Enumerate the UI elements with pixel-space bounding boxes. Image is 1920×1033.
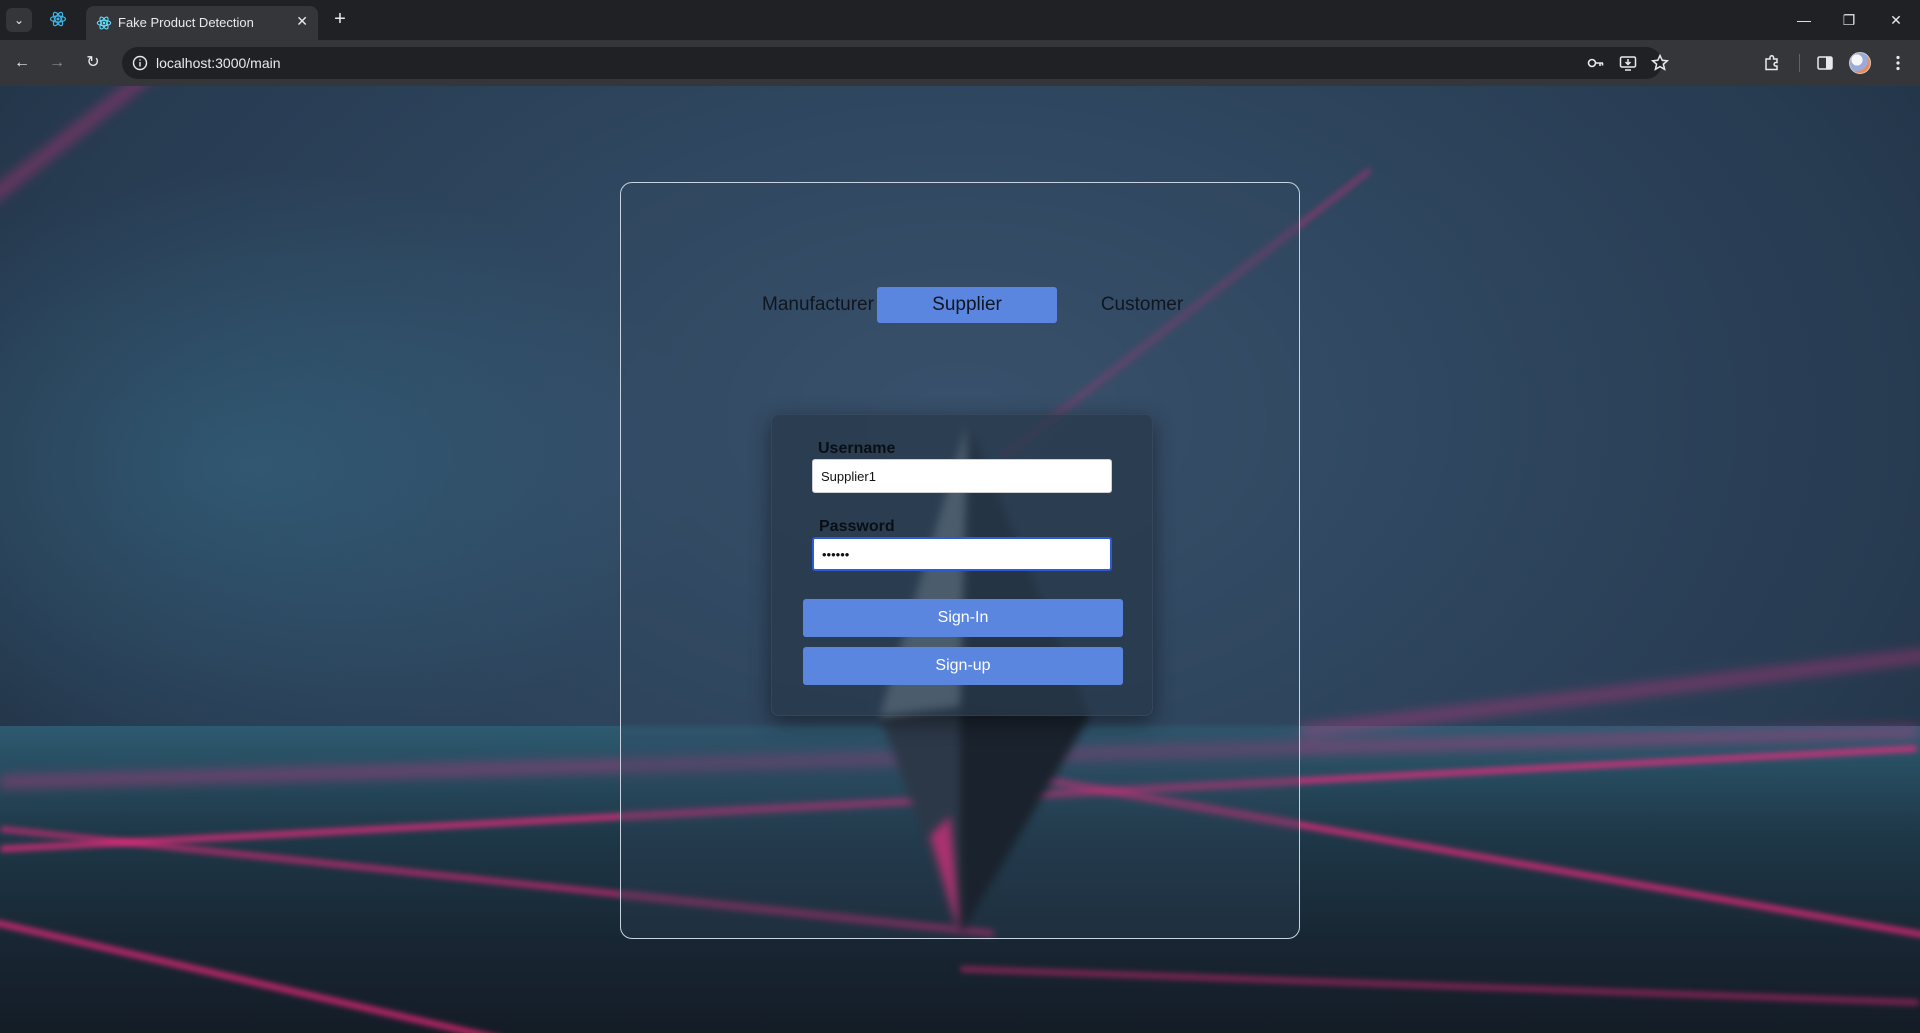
kebab-menu-icon[interactable] (1888, 53, 1908, 73)
reload-icon: ↻ (86, 54, 100, 71)
side-panel-icon[interactable] (1815, 53, 1835, 73)
username-label: Username (818, 440, 896, 457)
back-button[interactable]: ← (9, 50, 35, 76)
info-icon[interactable] (132, 55, 148, 71)
minimize-icon: — (1797, 12, 1811, 28)
background-laser (1299, 648, 1920, 738)
install-icon[interactable] (1618, 53, 1638, 73)
chevron-down-icon: ⌄ (13, 13, 25, 27)
react-icon (49, 11, 67, 27)
login-card: Username Password Sign-In Sign-up (771, 414, 1153, 716)
tab-manufacturer[interactable]: Manufacturer (743, 287, 893, 323)
back-arrow-icon: ← (14, 54, 30, 71)
toolbar-divider (1799, 54, 1800, 72)
react-icon (96, 16, 112, 30)
close-icon[interactable]: ✕ (296, 13, 308, 30)
window-close-button[interactable]: ✕ (1881, 8, 1911, 32)
new-tab-button[interactable]: + (328, 8, 352, 32)
password-input[interactable] (812, 537, 1112, 571)
username-input[interactable] (812, 459, 1112, 493)
plus-icon: + (334, 8, 346, 30)
sign-up-button[interactable]: Sign-up (803, 647, 1123, 685)
profile-avatar[interactable] (1849, 52, 1871, 74)
background-glow (0, 166, 700, 766)
active-tab[interactable]: Fake Product Detection ✕ (86, 6, 318, 40)
star-icon[interactable] (1650, 53, 1670, 73)
url-text[interactable]: localhost:3000/main (156, 55, 281, 71)
password-label: Password (819, 518, 895, 535)
role-tabs: Manufacturer Supplier Customer (621, 283, 1301, 323)
page-viewport: Manufacturer Supplier Customer Username … (0, 86, 1920, 1033)
restore-button[interactable]: ❐ (1834, 8, 1864, 32)
tab-title: Fake Product Detection (118, 15, 254, 30)
restore-icon: ❐ (1842, 12, 1856, 28)
close-icon: ✕ (1890, 12, 1902, 28)
sign-in-button[interactable]: Sign-In (803, 599, 1123, 637)
browser-tab-bar: ⌄ Fake Product Detection ✕ + — ❐ ✕ (0, 0, 1920, 40)
tab-customer[interactable]: Customer (1069, 287, 1215, 323)
role-login-panel: Manufacturer Supplier Customer Username … (620, 182, 1300, 939)
forward-arrow-icon: → (49, 54, 65, 71)
tab-supplier[interactable]: Supplier (877, 287, 1057, 323)
forward-button[interactable]: → (44, 50, 70, 76)
pinned-tab[interactable] (46, 10, 70, 30)
address-bar[interactable]: localhost:3000/main (122, 47, 1670, 79)
reload-button[interactable]: ↻ (80, 50, 106, 76)
puzzle-icon[interactable] (1762, 53, 1782, 73)
minimize-button[interactable]: — (1789, 8, 1819, 32)
key-icon[interactable] (1586, 53, 1606, 73)
tab-list-button[interactable]: ⌄ (6, 8, 32, 32)
browser-toolbar: ← → ↻ localhost:3000/main (0, 40, 1920, 86)
